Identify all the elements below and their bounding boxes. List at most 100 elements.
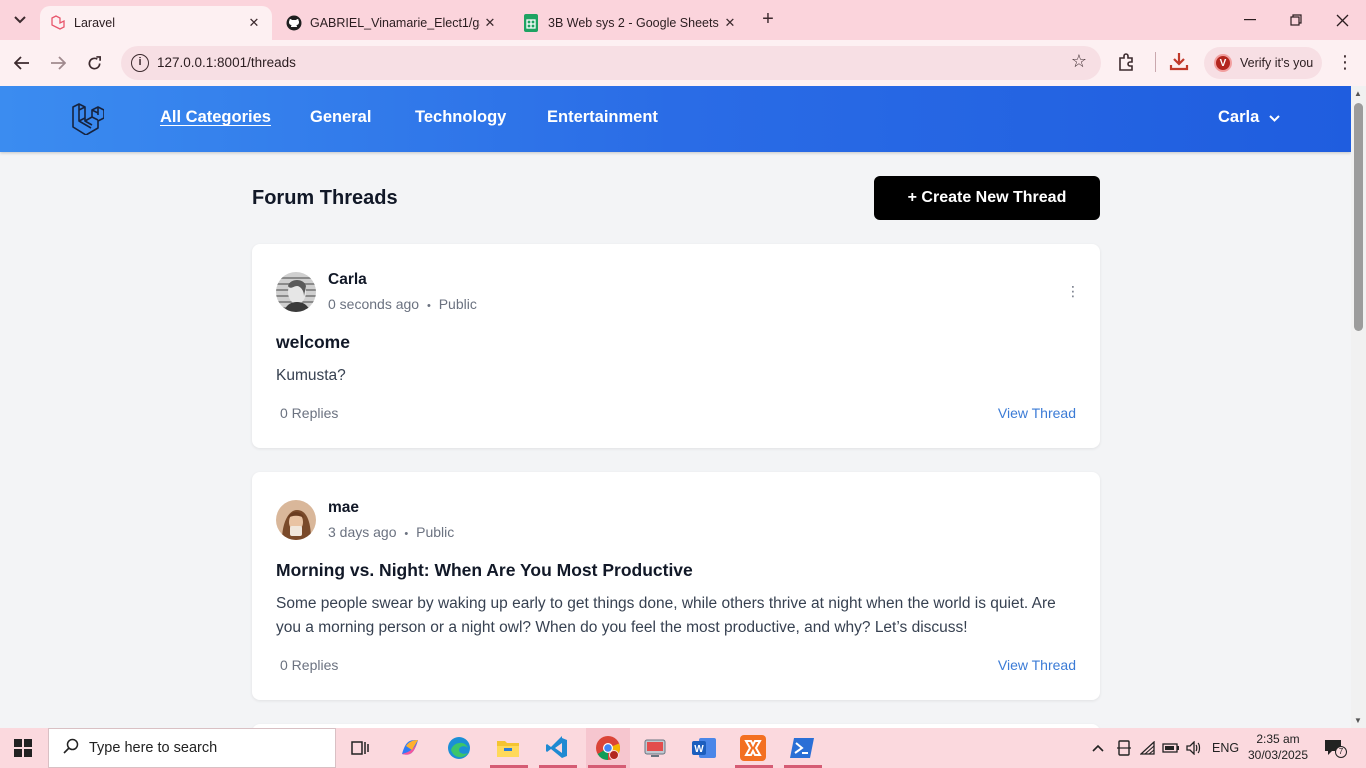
site-info-icon[interactable]: i	[131, 54, 149, 72]
laravel-favicon-icon	[50, 15, 66, 31]
page-title: Forum Threads	[252, 187, 398, 209]
tablet-icon[interactable]	[1117, 728, 1131, 768]
bookmark-star-icon[interactable]: ☆	[1071, 51, 1087, 72]
copilot-icon[interactable]	[396, 734, 424, 762]
show-hidden-icons-chevron-icon[interactable]	[1092, 728, 1104, 768]
edge-browser-icon[interactable]	[445, 734, 473, 762]
windows-taskbar: Type here to search W ENG 2:35 am 30/03/…	[0, 728, 1366, 768]
sheets-favicon-icon	[524, 14, 538, 32]
thread-visibility: Public	[416, 524, 455, 540]
profile-avatar: V	[1214, 54, 1232, 72]
tab-title: Laravel	[74, 16, 115, 30]
tab-laravel[interactable]: Laravel ✕	[40, 6, 272, 40]
scroll-down-icon[interactable]: ▼	[1354, 716, 1362, 725]
address-bar[interactable]: i 127.0.0.1:8001/threads ☆	[121, 46, 1101, 80]
chevron-down-icon	[1269, 111, 1280, 125]
task-view-icon[interactable]	[346, 734, 374, 762]
tab-google-sheets[interactable]: 3B Web sys 2 - Google Sheets ✕	[514, 6, 748, 40]
new-tab-icon[interactable]: +	[758, 9, 778, 29]
svg-text:W: W	[694, 744, 704, 755]
tab-search-dropdown-icon[interactable]	[8, 8, 32, 32]
vscode-icon[interactable]	[543, 734, 571, 762]
back-arrow-icon[interactable]	[10, 51, 34, 75]
close-tab-icon[interactable]: ✕	[482, 15, 498, 31]
clock-time: 2:35 am	[1256, 732, 1300, 746]
scrollbar-thumb[interactable]	[1354, 103, 1363, 331]
extensions-puzzle-icon[interactable]	[1116, 51, 1140, 75]
thread-replies: 0 Replies	[280, 405, 339, 421]
laravel-logo-icon[interactable]	[70, 101, 105, 136]
thread-body: Kumusta?	[276, 367, 346, 384]
notification-center-icon[interactable]: 7	[1324, 738, 1347, 758]
search-placeholder: Type here to search	[89, 740, 218, 756]
create-thread-button[interactable]: + Create New Thread	[874, 176, 1100, 220]
thread-card: Carla 0 seconds ago • Public ⋮ welcome K…	[252, 244, 1100, 448]
thread-author[interactable]: Carla	[328, 271, 367, 289]
view-thread-link[interactable]: View Thread	[998, 405, 1076, 421]
remote-desktop-icon[interactable]	[641, 734, 669, 762]
meta-separator: •	[426, 300, 431, 312]
view-thread-link[interactable]: View Thread	[998, 657, 1076, 673]
battery-icon[interactable]	[1162, 728, 1180, 768]
download-icon[interactable]	[1168, 50, 1192, 74]
minimize-icon[interactable]	[1238, 8, 1262, 32]
nav-general[interactable]: General	[310, 108, 371, 127]
wifi-icon[interactable]	[1140, 728, 1156, 768]
nav-technology[interactable]: Technology	[415, 108, 506, 127]
chrome-icon	[594, 734, 622, 762]
taskbar-clock[interactable]: 2:35 am 30/03/2025	[1244, 731, 1312, 763]
tab-github[interactable]: GABRIEL_Vinamarie_Elect1/gab ✕	[276, 6, 508, 40]
scroll-up-icon[interactable]: ▲	[1354, 89, 1362, 98]
thread-title[interactable]: Morning vs. Night: When Are You Most Pro…	[276, 560, 693, 581]
thread-body: Some people swear by waking up early to …	[276, 595, 1056, 636]
thread-card: mae 3 days ago • Public Morning vs. Nigh…	[252, 472, 1100, 700]
notification-count: 7	[1335, 746, 1347, 758]
browser-tab-bar: Laravel ✕ GABRIEL_Vinamarie_Elect1/gab ✕…	[0, 0, 1366, 40]
tab-title: GABRIEL_Vinamarie_Elect1/gab	[310, 16, 480, 30]
page-viewport: All Categories General Technology Entert…	[0, 86, 1351, 728]
meta-separator: •	[404, 528, 409, 540]
tab-title: 3B Web sys 2 - Google Sheets	[548, 16, 719, 30]
language-indicator[interactable]: ENG	[1212, 728, 1239, 768]
thread-meta: 3 days ago • Public	[328, 524, 454, 540]
user-menu-dropdown[interactable]: Carla	[1218, 108, 1280, 127]
close-window-icon[interactable]	[1330, 8, 1354, 32]
chrome-taskbar-button[interactable]	[586, 728, 630, 768]
app-navbar: All Categories General Technology Entert…	[0, 86, 1351, 152]
thread-author[interactable]: mae	[328, 499, 359, 517]
github-favicon-icon	[286, 15, 302, 31]
nav-entertainment[interactable]: Entertainment	[547, 108, 658, 127]
close-tab-icon[interactable]: ✕	[722, 15, 738, 31]
search-icon	[63, 738, 79, 759]
browser-toolbar: i 127.0.0.1:8001/threads ☆	[0, 40, 1366, 86]
avatar	[276, 272, 316, 312]
file-explorer-icon[interactable]	[494, 734, 522, 762]
thread-time: 0 seconds ago	[328, 296, 420, 312]
thread-replies: 0 Replies	[280, 657, 339, 673]
forward-arrow-icon[interactable]	[46, 51, 70, 75]
toolbar-divider	[1155, 52, 1156, 72]
powershell-icon[interactable]	[788, 734, 816, 762]
restore-icon[interactable]	[1284, 8, 1308, 32]
thread-time: 3 days ago	[328, 524, 397, 540]
volume-icon[interactable]	[1186, 728, 1202, 768]
avatar	[276, 500, 316, 540]
profile-verify-button[interactable]: V Verify it's you	[1204, 47, 1322, 79]
thread-options-icon[interactable]: ⋮	[1066, 282, 1080, 300]
browser-menu-icon[interactable]: ⋮	[1336, 52, 1354, 74]
verify-label: Verify it's you	[1240, 56, 1314, 70]
xampp-icon[interactable]	[739, 734, 767, 762]
thread-title[interactable]: welcome	[276, 332, 350, 353]
close-tab-icon[interactable]: ✕	[246, 15, 262, 31]
word-icon[interactable]: W	[690, 734, 718, 762]
user-name: Carla	[1218, 108, 1260, 126]
thread-visibility: Public	[438, 296, 477, 312]
page-scrollbar[interactable]: ▲ ▼	[1351, 86, 1366, 728]
reload-icon[interactable]	[82, 51, 106, 75]
windows-start-icon[interactable]	[14, 739, 32, 757]
clock-date: 30/03/2025	[1247, 748, 1309, 762]
taskbar-search-box[interactable]: Type here to search	[48, 728, 336, 768]
nav-all-categories[interactable]: All Categories	[160, 108, 271, 127]
url-text[interactable]: 127.0.0.1:8001/threads	[157, 55, 296, 70]
thread-meta: 0 seconds ago • Public	[328, 296, 477, 312]
